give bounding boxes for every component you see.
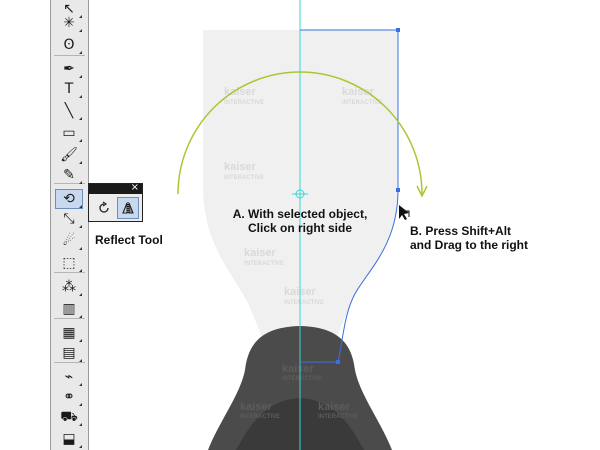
line-segment-icon: ╲ <box>64 103 74 119</box>
magic-wand-icon: ✳ <box>63 15 75 31</box>
flyout-indicator-icon <box>79 383 82 386</box>
reflect-icon <box>122 202 134 214</box>
flyout-indicator-icon <box>79 51 82 54</box>
paintbrush-icon: 🖌 <box>60 147 78 163</box>
magic-wand-tool-button[interactable]: ✳ <box>56 14 82 32</box>
lasso-icon: ʘ <box>63 37 75 53</box>
flyout-indicator-icon <box>79 29 82 32</box>
flyout-indicator-icon <box>79 293 82 296</box>
tools-panel: ↖ ✳ ʘ ✒ T ╲ ▭ 🖌 ✎ ⟲ ⤡ ☄ ⬚ ⁂ ▥ ▦ ▤ ⌁ ⚭ ⛟ ⬓ <box>50 0 89 450</box>
watermark: INTERACTIVE <box>224 100 264 106</box>
rotate-icon <box>99 201 109 213</box>
paintbrush-tool-button[interactable]: 🖌 <box>56 146 82 164</box>
reflect-tool-button[interactable] <box>117 197 139 219</box>
watermark: INTERACTIVE <box>224 175 264 181</box>
watermark: INTERACTIVE <box>244 261 284 267</box>
eyedropper-icon: ⌁ <box>64 369 74 385</box>
column-graph-tool-button[interactable]: ▥ <box>56 300 82 318</box>
gradient-icon: ▤ <box>62 345 76 361</box>
watermark: INTERACTIVE <box>240 414 280 420</box>
step-b-caption: B. Press Shift+Alt and Drag to the right <box>410 224 528 252</box>
flyout-indicator-icon <box>79 445 82 448</box>
flyout-indicator-icon <box>79 339 82 342</box>
flyout-indicator-icon <box>79 205 82 208</box>
flyout-indicator-icon <box>79 247 82 250</box>
anchor-point[interactable] <box>396 28 400 32</box>
flyout-indicator-icon <box>79 315 82 318</box>
type-tool-button[interactable]: T <box>56 80 82 98</box>
step-a-line2: Click on right side <box>247 221 352 235</box>
watermark: INTERACTIVE <box>342 100 382 106</box>
flyout-indicator-icon <box>79 75 82 78</box>
watermark: INTERACTIVE <box>318 414 358 420</box>
live-paint-bucket-icon: ⛟ <box>60 409 78 425</box>
live-paint-selection-tool-button[interactable]: ⬓ <box>56 430 82 448</box>
pencil-icon: ✎ <box>63 167 75 183</box>
watermark: kaiser <box>224 161 257 173</box>
blend-icon: ⚭ <box>63 389 75 405</box>
toolbar-separator <box>54 318 85 319</box>
anchor-point[interactable] <box>396 188 400 192</box>
anchor-point[interactable] <box>336 360 340 364</box>
lasso-tool-button[interactable]: ʘ <box>56 36 82 54</box>
flyout-indicator-icon <box>79 139 82 142</box>
step-b-line2: and Drag to the right <box>410 238 528 252</box>
flyout-indicator-icon <box>79 403 82 406</box>
flyout-indicator-icon <box>79 423 82 426</box>
pen-tool-button[interactable]: ✒ <box>56 60 82 78</box>
watermark: INTERACTIVE <box>284 300 324 306</box>
flyout-indicator-icon <box>79 225 82 228</box>
line-segment-tool-button[interactable]: ╲ <box>56 102 82 120</box>
symbol-sprayer-tool-button[interactable]: ⁂ <box>56 278 82 296</box>
flyout-indicator-icon <box>79 117 82 120</box>
warp-tool-button[interactable]: ☄ <box>56 232 82 250</box>
free-transform-tool-button[interactable]: ⬚ <box>56 254 82 272</box>
toolbar-separator <box>54 362 85 363</box>
step-b-line1: B. Press Shift+Alt <box>410 224 512 238</box>
reflect-tool-button[interactable]: ⟲ <box>55 189 83 209</box>
watermark: kaiser <box>240 401 273 413</box>
mesh-icon: ▦ <box>62 325 76 341</box>
watermark: kaiser <box>282 363 315 375</box>
symbol-sprayer-icon: ⁂ <box>62 279 76 295</box>
step-a-line1: A. With selected object, <box>232 207 368 221</box>
toolbar-separator <box>54 55 85 56</box>
type-icon: T <box>64 81 74 97</box>
rectangle-icon: ▭ <box>62 125 76 141</box>
flyout-title-bar[interactable]: × <box>89 183 142 194</box>
flyout-indicator-icon <box>79 359 82 362</box>
watermark: kaiser <box>318 401 351 413</box>
blend-tool-button[interactable]: ⚭ <box>56 388 82 406</box>
column-graph-icon: ▥ <box>62 301 76 317</box>
mesh-tool-button[interactable]: ▦ <box>56 324 82 342</box>
eyedropper-tool-button[interactable]: ⌁ <box>56 368 82 386</box>
live-paint-bucket-tool-button[interactable]: ⛟ <box>56 408 82 426</box>
step-a-caption: A. With selected object, Click on right … <box>225 207 375 235</box>
flyout-indicator-icon <box>79 269 82 272</box>
close-icon[interactable]: × <box>131 183 139 193</box>
live-paint-selection-icon: ⬓ <box>62 431 76 447</box>
flyout-indicator-icon <box>79 95 82 98</box>
pen-icon: ✒ <box>63 61 75 77</box>
watermark: INTERACTIVE <box>282 376 322 382</box>
warp-icon: ☄ <box>62 233 76 249</box>
flyout-indicator-icon <box>79 161 82 164</box>
rotate-tool-button[interactable] <box>94 198 114 218</box>
rectangle-tool-button[interactable]: ▭ <box>56 124 82 142</box>
reflect-tool-flyout: × <box>88 183 143 222</box>
reflect-icon: ⟲ <box>63 191 75 207</box>
pencil-tool-button[interactable]: ✎ <box>56 166 82 184</box>
flyout-indicator-icon <box>79 181 82 184</box>
watermark: kaiser <box>342 86 375 98</box>
reflect-cursor-icon <box>399 205 410 220</box>
scale-icon: ⤡ <box>63 211 75 227</box>
scale-tool-button[interactable]: ⤡ <box>56 210 82 228</box>
free-transform-icon: ⬚ <box>62 255 76 271</box>
gradient-tool-button[interactable]: ▤ <box>56 344 82 362</box>
watermark: kaiser <box>244 247 277 259</box>
reflect-tool-label: Reflect Tool <box>95 233 163 247</box>
toolbar-separator <box>54 272 85 273</box>
